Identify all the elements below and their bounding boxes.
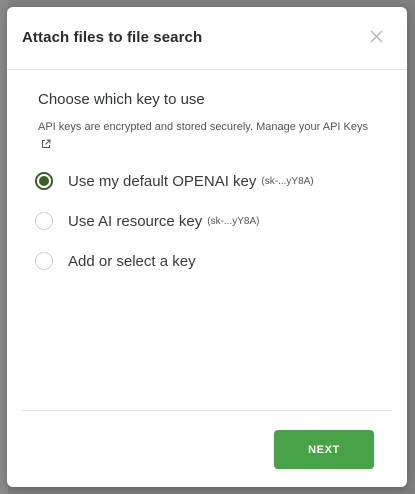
- next-button[interactable]: NEXT: [274, 430, 374, 469]
- dialog-header: Attach files to file search: [7, 7, 407, 70]
- radio-add-or-select-key[interactable]: [35, 252, 53, 270]
- close-button[interactable]: [367, 27, 387, 47]
- key-options: Use my default OPENAI key (sk-...yY8A) U…: [35, 161, 387, 281]
- option-key-hint: (sk-...yY8A): [207, 215, 260, 227]
- key-section-title: Choose which key to use: [38, 91, 205, 108]
- attach-files-dialog: Attach files to file search Choose which…: [7, 7, 407, 487]
- radio-default-openai-key[interactable]: [35, 172, 53, 190]
- option-label: Add or select a key: [68, 252, 196, 270]
- dialog-title: Attach files to file search: [22, 29, 203, 46]
- option-add-or-select-key[interactable]: Add or select a key: [35, 241, 387, 281]
- option-label: Use my default OPENAI key: [68, 172, 257, 190]
- option-ai-resource-key[interactable]: Use AI resource key (sk-...yY8A): [35, 201, 387, 241]
- close-icon: [370, 30, 383, 43]
- external-link-icon: [42, 139, 51, 149]
- footer-divider: [22, 410, 392, 411]
- api-key-help-text: API keys are encrypted and stored secure…: [38, 118, 368, 156]
- option-key-hint: (sk-...yY8A): [261, 175, 314, 187]
- manage-api-keys-label: API Keys: [322, 121, 368, 133]
- radio-ai-resource-key[interactable]: [35, 212, 53, 230]
- option-label: Use AI resource key: [68, 212, 203, 230]
- option-default-openai-key[interactable]: Use my default OPENAI key (sk-...yY8A): [35, 161, 387, 201]
- help-text-body: API keys are encrypted and stored secure…: [38, 121, 323, 133]
